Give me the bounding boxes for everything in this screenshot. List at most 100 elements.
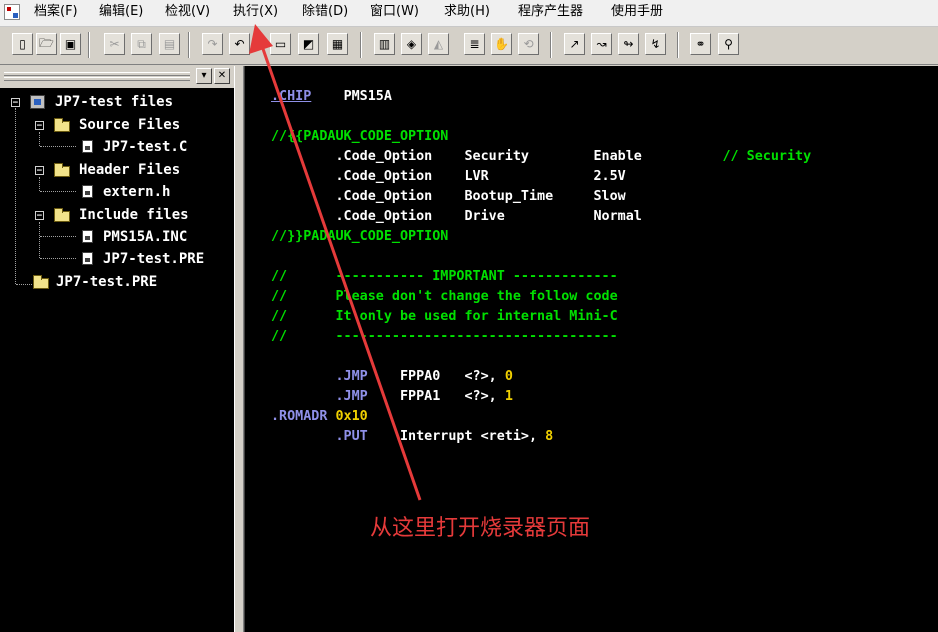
- binoculars-icon: ⚭: [695, 37, 706, 51]
- code-line: .Code_Option Drive Normal: [271, 207, 642, 227]
- code-number: 1: [504, 389, 513, 404]
- build-button[interactable]: ▥: [374, 33, 395, 55]
- collapse-icon[interactable]: −: [35, 121, 44, 131]
- menu-debug[interactable]: 除错(D): [302, 4, 348, 20]
- toolbar-separator: [677, 32, 679, 58]
- panel-splitter[interactable]: [234, 66, 244, 632]
- run-to-cursor-button[interactable]: ↯: [645, 33, 666, 55]
- tree-item-header-file[interactable]: extern.h: [0, 181, 234, 203]
- menu-edit[interactable]: 编辑(E): [99, 4, 143, 20]
- annotation-text: 从这里打开烧录器页面: [370, 516, 591, 541]
- code-line: //}}PADAUK_CODE_OPTION: [271, 229, 449, 244]
- project-panel-header: ▾ ✕: [0, 66, 234, 88]
- code-directive: .Code_Option: [335, 169, 433, 184]
- find-replace-button[interactable]: ⚲: [718, 33, 739, 55]
- panel-grip[interactable]: [4, 77, 190, 81]
- paste-button[interactable]: ▤: [159, 33, 180, 55]
- menu-code-generator[interactable]: 程序产生器: [518, 4, 583, 20]
- open-folder-button[interactable]: 🗁: [36, 33, 57, 55]
- code-number: 0x10: [335, 409, 368, 424]
- find-button[interactable]: ⚭: [690, 33, 711, 55]
- file-icon: [82, 185, 93, 198]
- compile-button[interactable]: ◈: [401, 33, 422, 55]
- compile-icon: ◈: [406, 37, 417, 51]
- image-button[interactable]: ◩: [298, 33, 319, 55]
- reset-icon: ⟲: [523, 37, 534, 51]
- stop-button[interactable]: ✋: [491, 33, 512, 55]
- toolbar-separator: [360, 32, 362, 58]
- panel-close-button[interactable]: ✕: [214, 68, 230, 84]
- code-line: .PUT Interrupt <reti>, 8: [271, 427, 554, 447]
- redo-icon: ↷: [207, 37, 218, 51]
- file-icon: [82, 140, 93, 153]
- hand-icon: ✋: [494, 37, 509, 51]
- tree-item-header-files[interactable]: − Header Files: [0, 159, 234, 181]
- tree-item-include-file[interactable]: PMS15A.INC: [0, 226, 234, 248]
- code-option-value: Normal: [593, 209, 642, 224]
- redo-button[interactable]: ↷: [202, 33, 223, 55]
- new-file-button[interactable]: ▯: [12, 33, 33, 55]
- panel-grip[interactable]: [4, 72, 190, 76]
- folder-open-icon: [54, 118, 70, 132]
- code-option-value: Enable: [593, 149, 642, 164]
- code-directive: .PUT: [335, 429, 368, 444]
- tree-item-source-files[interactable]: − Source Files: [0, 114, 234, 136]
- build-icon: ▥: [378, 37, 391, 51]
- tree-item-extra-file[interactable]: JP7-test.PRE: [0, 271, 234, 293]
- code-option-value: Slow: [593, 189, 626, 204]
- toolbar-separator: [88, 32, 90, 58]
- code-line: .JMP FPPA1 <?>, 1: [271, 387, 513, 407]
- code-label: FPPA1: [400, 389, 441, 404]
- code-editor[interactable]: .CHIP PMS15A //{{PADAUK_CODE_OPTION .Cod…: [244, 66, 938, 632]
- menu-manual[interactable]: 使用手册: [611, 4, 663, 20]
- code-arg: <?>,: [464, 389, 497, 404]
- menu-execute[interactable]: 执行(X): [233, 4, 278, 20]
- toolbar: ▯ 🗁 ▣ ✂ ⧉ ▤ ↷ ↶ ▭ ◩ ▦ ▥ ◈ ◭ ≣ ✋ ⟲ ↗ ↝ ↬ …: [0, 27, 938, 65]
- code-line: .CHIP PMS15A: [271, 87, 392, 107]
- tree-item-include-files[interactable]: − Include files: [0, 204, 234, 226]
- tree-item-source-file[interactable]: JP7-test.C: [0, 136, 234, 158]
- save-icon: ▣: [64, 37, 77, 51]
- cut-button[interactable]: ✂: [104, 33, 125, 55]
- menu-window[interactable]: 窗口(W): [370, 4, 419, 20]
- code-option-name: Bootup_Time: [464, 189, 554, 204]
- code-directive: .CHIP: [271, 89, 312, 104]
- chip-button[interactable]: ▦: [327, 33, 348, 55]
- tree-item-label: PMS15A.INC: [103, 229, 188, 245]
- tree-item-label: Include files: [79, 207, 189, 223]
- menu-help[interactable]: 求助(H): [444, 4, 490, 20]
- copy-button[interactable]: ⧉: [131, 33, 152, 55]
- collapse-icon[interactable]: −: [35, 166, 44, 176]
- save-button[interactable]: ▣: [60, 33, 81, 55]
- window-button[interactable]: ▭: [270, 33, 291, 55]
- reset-button[interactable]: ⟲: [518, 33, 539, 55]
- tree-item-label: Source Files: [79, 117, 181, 133]
- tree-item-project[interactable]: − JP7-test files: [0, 91, 234, 113]
- tree-item-include-file[interactable]: JP7-test.PRE: [0, 248, 234, 270]
- step-out-button[interactable]: ↬: [618, 33, 639, 55]
- undo-button[interactable]: ↶: [229, 33, 250, 55]
- menu-view[interactable]: 检视(V): [165, 4, 210, 20]
- window-icon: ▭: [274, 37, 287, 51]
- code-comment: // ----------- IMPORTANT -------------: [271, 269, 618, 284]
- app-icon[interactable]: [4, 4, 20, 20]
- list-button[interactable]: ≣: [464, 33, 485, 55]
- code-line: .ROMADR 0x10: [271, 407, 368, 427]
- step-into-button[interactable]: ↗: [564, 33, 585, 55]
- toolbar-separator: [188, 32, 190, 58]
- menu-file[interactable]: 档案(F): [34, 4, 78, 20]
- copy-icon: ⧉: [137, 36, 146, 51]
- code-line: .Code_Option Security Enable // Security: [271, 147, 812, 167]
- erase-button[interactable]: ◭: [428, 33, 449, 55]
- collapse-icon[interactable]: −: [11, 98, 20, 108]
- tree-item-label: Header Files: [79, 162, 181, 178]
- new-file-icon: ▯: [19, 37, 26, 51]
- panel-dock-button[interactable]: ▾: [196, 68, 212, 84]
- undo-icon: ↶: [234, 37, 245, 51]
- code-line: .Code_Option Bootup_Time Slow: [271, 187, 626, 207]
- step-out-icon: ↬: [623, 37, 634, 51]
- step-over-button[interactable]: ↝: [591, 33, 612, 55]
- collapse-icon[interactable]: −: [35, 211, 44, 221]
- code-comment: // -----------------------------------: [271, 329, 618, 344]
- project-icon: [30, 95, 45, 109]
